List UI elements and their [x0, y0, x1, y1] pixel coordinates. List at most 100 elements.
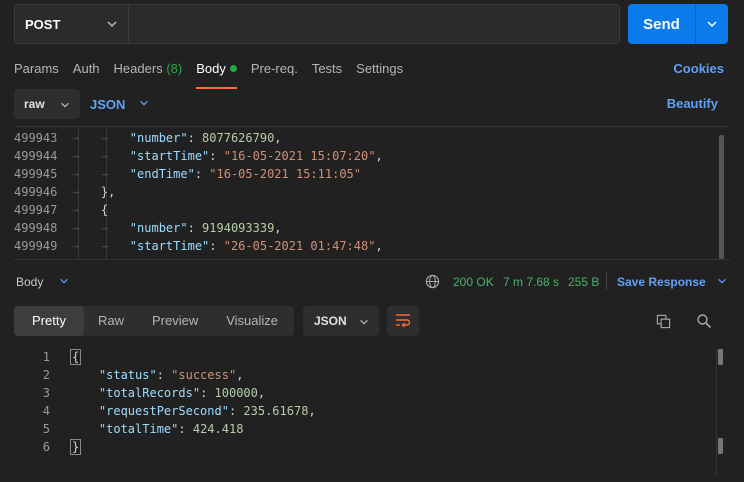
response-line: 1{ [14, 348, 82, 366]
json-key: "number" [129, 131, 188, 145]
chevron-down-icon [139, 96, 149, 111]
tab-visualize[interactable]: Visualize [212, 306, 292, 336]
json-value: 235.61678 [243, 404, 309, 418]
line-number: 4 [42, 404, 50, 418]
json-brace: } [70, 439, 82, 455]
divider [606, 272, 607, 290]
line-number: 499946 [14, 185, 58, 199]
response-view-tabs: Pretty Raw Preview Visualize [14, 306, 294, 336]
response-body-select[interactable]: Body [16, 275, 69, 289]
json-key: "number" [129, 221, 188, 235]
json-suffix: , [308, 404, 316, 418]
send-button[interactable]: Send [628, 4, 728, 44]
json-value: 8077626790 [202, 131, 275, 145]
tab-params[interactable]: Params [14, 58, 59, 84]
line-number: 499949 [14, 239, 58, 253]
status-code[interactable]: 200 OK [453, 275, 494, 289]
tab-settings[interactable]: Settings [356, 58, 403, 84]
tab-tests[interactable]: Tests [312, 58, 342, 84]
chevron-down-icon [717, 275, 727, 289]
method-select[interactable]: POST [14, 4, 129, 44]
json-key: "startTime" [129, 239, 210, 253]
json-suffix: , [375, 239, 383, 253]
editor-line: 499943 → → "number": 8077626790, [14, 131, 282, 145]
copy-icon[interactable] [656, 314, 671, 332]
response-scroll-track [716, 349, 717, 477]
chevron-down-icon [359, 316, 369, 330]
json-key: "totalRecords" [98, 386, 201, 400]
send-options-chevron-icon[interactable] [696, 18, 728, 30]
tab-body[interactable]: Body [196, 58, 237, 89]
json-value: 424.418 [192, 422, 244, 436]
line-number: 1 [42, 350, 50, 364]
json-suffix: , [375, 149, 383, 163]
tab-preview[interactable]: Preview [138, 306, 212, 336]
line-number: 499948 [14, 221, 58, 235]
save-response-label: Save Response [617, 275, 706, 289]
json-suffix: , [236, 368, 244, 382]
wrap-lines-button[interactable] [387, 306, 419, 336]
line-number: 499944 [14, 149, 58, 163]
line-number: 499947 [14, 203, 58, 217]
json-brace: { [70, 349, 82, 365]
body-indicator-dot [229, 65, 237, 72]
tab-pretty[interactable]: Pretty [14, 306, 84, 336]
body-language-select[interactable]: JSON [90, 96, 149, 112]
response-body-viewer[interactable]: 1{ 2 "status": "success", 3 "totalRecord… [14, 347, 730, 477]
editor-line: 499946 → }, [14, 185, 116, 199]
body-language-label: JSON [90, 97, 126, 112]
request-body-editor[interactable]: 499943 → → "number": 8077626790, 499944 → … [14, 126, 730, 260]
response-scrollbar-marker [718, 438, 723, 454]
json-punct: }, [100, 185, 116, 199]
line-number: 3 [42, 386, 50, 400]
tab-headers[interactable]: Headers (8) [114, 58, 183, 84]
url-input[interactable] [129, 4, 620, 44]
request-tabs: Params Auth Headers (8) Body Pre-req. Te… [14, 58, 417, 89]
search-icon[interactable] [696, 313, 712, 332]
headers-count: (8) [166, 61, 183, 76]
tab-headers-label: Headers [113, 61, 163, 76]
line-number: 499943 [14, 131, 58, 145]
response-line: 5 "totalTime": 424.418 [14, 420, 244, 438]
json-value: "16-05-2021 15:07:20" [223, 149, 376, 163]
chevron-down-icon [60, 99, 70, 113]
response-format-select[interactable]: JSON [303, 306, 379, 336]
cookies-link[interactable]: Cookies [673, 61, 724, 76]
json-suffix: , [257, 386, 266, 400]
json-key: "status" [98, 368, 157, 382]
tab-auth-label: Auth [72, 61, 100, 76]
json-punct: { [100, 203, 109, 217]
editor-line: 499945 → → "endTime": "16-05-2021 15:11:0… [14, 167, 361, 181]
save-response-button[interactable]: Save Response [617, 275, 727, 289]
response-size[interactable]: 255 B [568, 275, 599, 289]
response-scrollbar-thumb[interactable] [718, 349, 723, 365]
json-key: "endTime" [129, 167, 195, 181]
line-number: 2 [42, 368, 50, 382]
tab-body-label: Body [196, 61, 226, 76]
body-mode-select[interactable]: raw [14, 89, 80, 119]
globe-icon[interactable] [425, 274, 440, 292]
editor-scrollbar[interactable] [719, 135, 724, 259]
tab-raw[interactable]: Raw [84, 306, 138, 336]
response-time[interactable]: 7 m 7.68 s [503, 275, 559, 289]
line-number: 6 [42, 440, 50, 454]
json-key: "totalTime" [98, 422, 179, 436]
chevron-down-icon [106, 18, 118, 33]
beautify-button[interactable]: Beautify [667, 96, 718, 111]
line-number: 5 [42, 422, 50, 436]
response-line: 6} [14, 438, 82, 456]
editor-line: 499949 → → "startTime": "26-05-2021 01:47… [14, 239, 383, 253]
json-suffix: , [274, 221, 282, 235]
response-line: 4 "requestPerSecond": 235.61678, [14, 402, 316, 420]
editor-line: 499948 → → "number": 9194093339, [14, 221, 282, 235]
json-key: "requestPerSecond" [98, 404, 229, 418]
response-line: 3 "totalRecords": 100000, [14, 384, 265, 402]
tab-pre-request[interactable]: Pre-req. [251, 58, 298, 84]
tab-settings-label: Settings [356, 61, 404, 76]
response-body-label: Body [16, 275, 44, 289]
body-mode-label: raw [24, 97, 45, 111]
response-format-label: JSON [314, 314, 347, 328]
json-key: "startTime" [129, 149, 210, 163]
tab-auth[interactable]: Auth [73, 58, 100, 84]
method-label: POST [25, 16, 61, 32]
